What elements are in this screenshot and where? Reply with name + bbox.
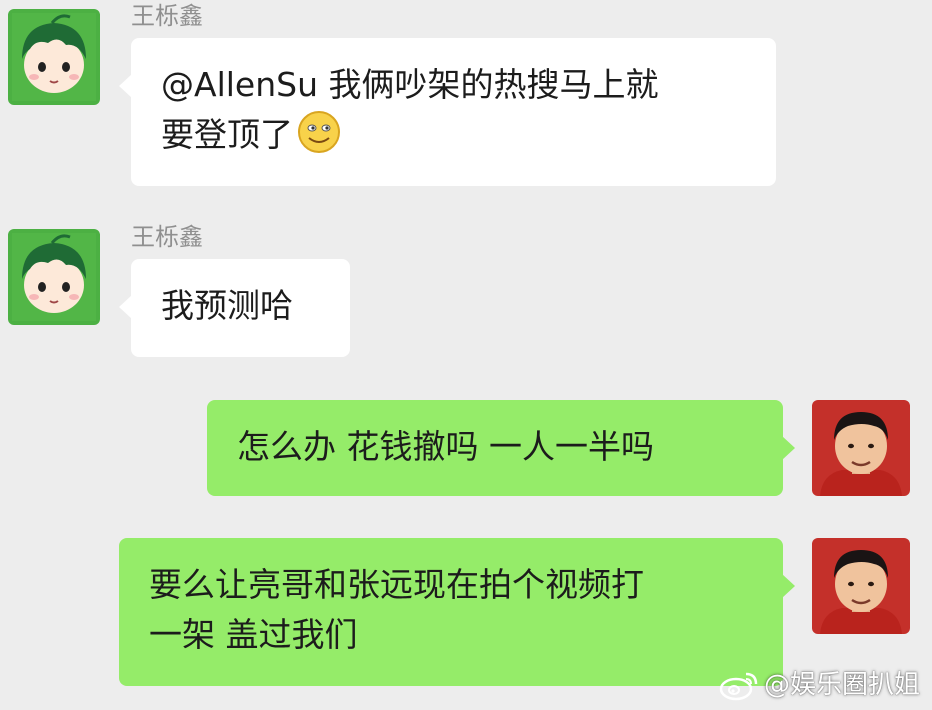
message-text: 要么让亮哥和张远现在拍个视频打 (149, 565, 644, 604)
watermark: @娱乐圈扒姐 (718, 668, 920, 702)
self-avatar[interactable] (812, 400, 910, 496)
chat-area: 王栎鑫 @AllenSu 我俩吵架的热搜马上就 要登顶了 王栎鑫 我预测哈 怎么… (0, 0, 932, 710)
message-bubble[interactable]: 我预测哈 (119, 259, 350, 357)
cartoon-boy-avatar-icon (8, 9, 100, 105)
cartoon-boy-avatar-icon (8, 229, 100, 325)
message-text: 怎么办 花钱撤吗 一人一半吗 (237, 427, 654, 466)
self-avatar[interactable] (812, 538, 910, 634)
person-photo-avatar-icon (812, 400, 910, 496)
message-text: 要登顶了 (161, 115, 293, 154)
smiley-face-icon (298, 111, 340, 153)
message-text: 我预测哈 (161, 286, 293, 325)
message-bubble[interactable]: 要么让亮哥和张远现在拍个视频打 一架 盖过我们 (119, 538, 795, 686)
sender-name: 王栎鑫 (131, 2, 203, 30)
watermark-text: @娱乐圈扒姐 (763, 670, 920, 700)
sender-avatar[interactable] (8, 229, 100, 325)
sender-avatar[interactable] (8, 9, 100, 105)
message-bubble[interactable]: @AllenSu 我俩吵架的热搜马上就 要登顶了 (119, 38, 776, 186)
message-text: @AllenSu 我俩吵架的热搜马上就 (161, 65, 659, 104)
sender-name: 王栎鑫 (131, 223, 203, 251)
message-text-line: 要登顶了 (161, 110, 748, 160)
person-photo-avatar-icon (812, 538, 910, 634)
weibo-logo-icon (719, 672, 758, 701)
message-bubble[interactable]: 怎么办 花钱撤吗 一人一半吗 (207, 400, 795, 496)
message-text: 一架 盖过我们 (149, 615, 358, 654)
